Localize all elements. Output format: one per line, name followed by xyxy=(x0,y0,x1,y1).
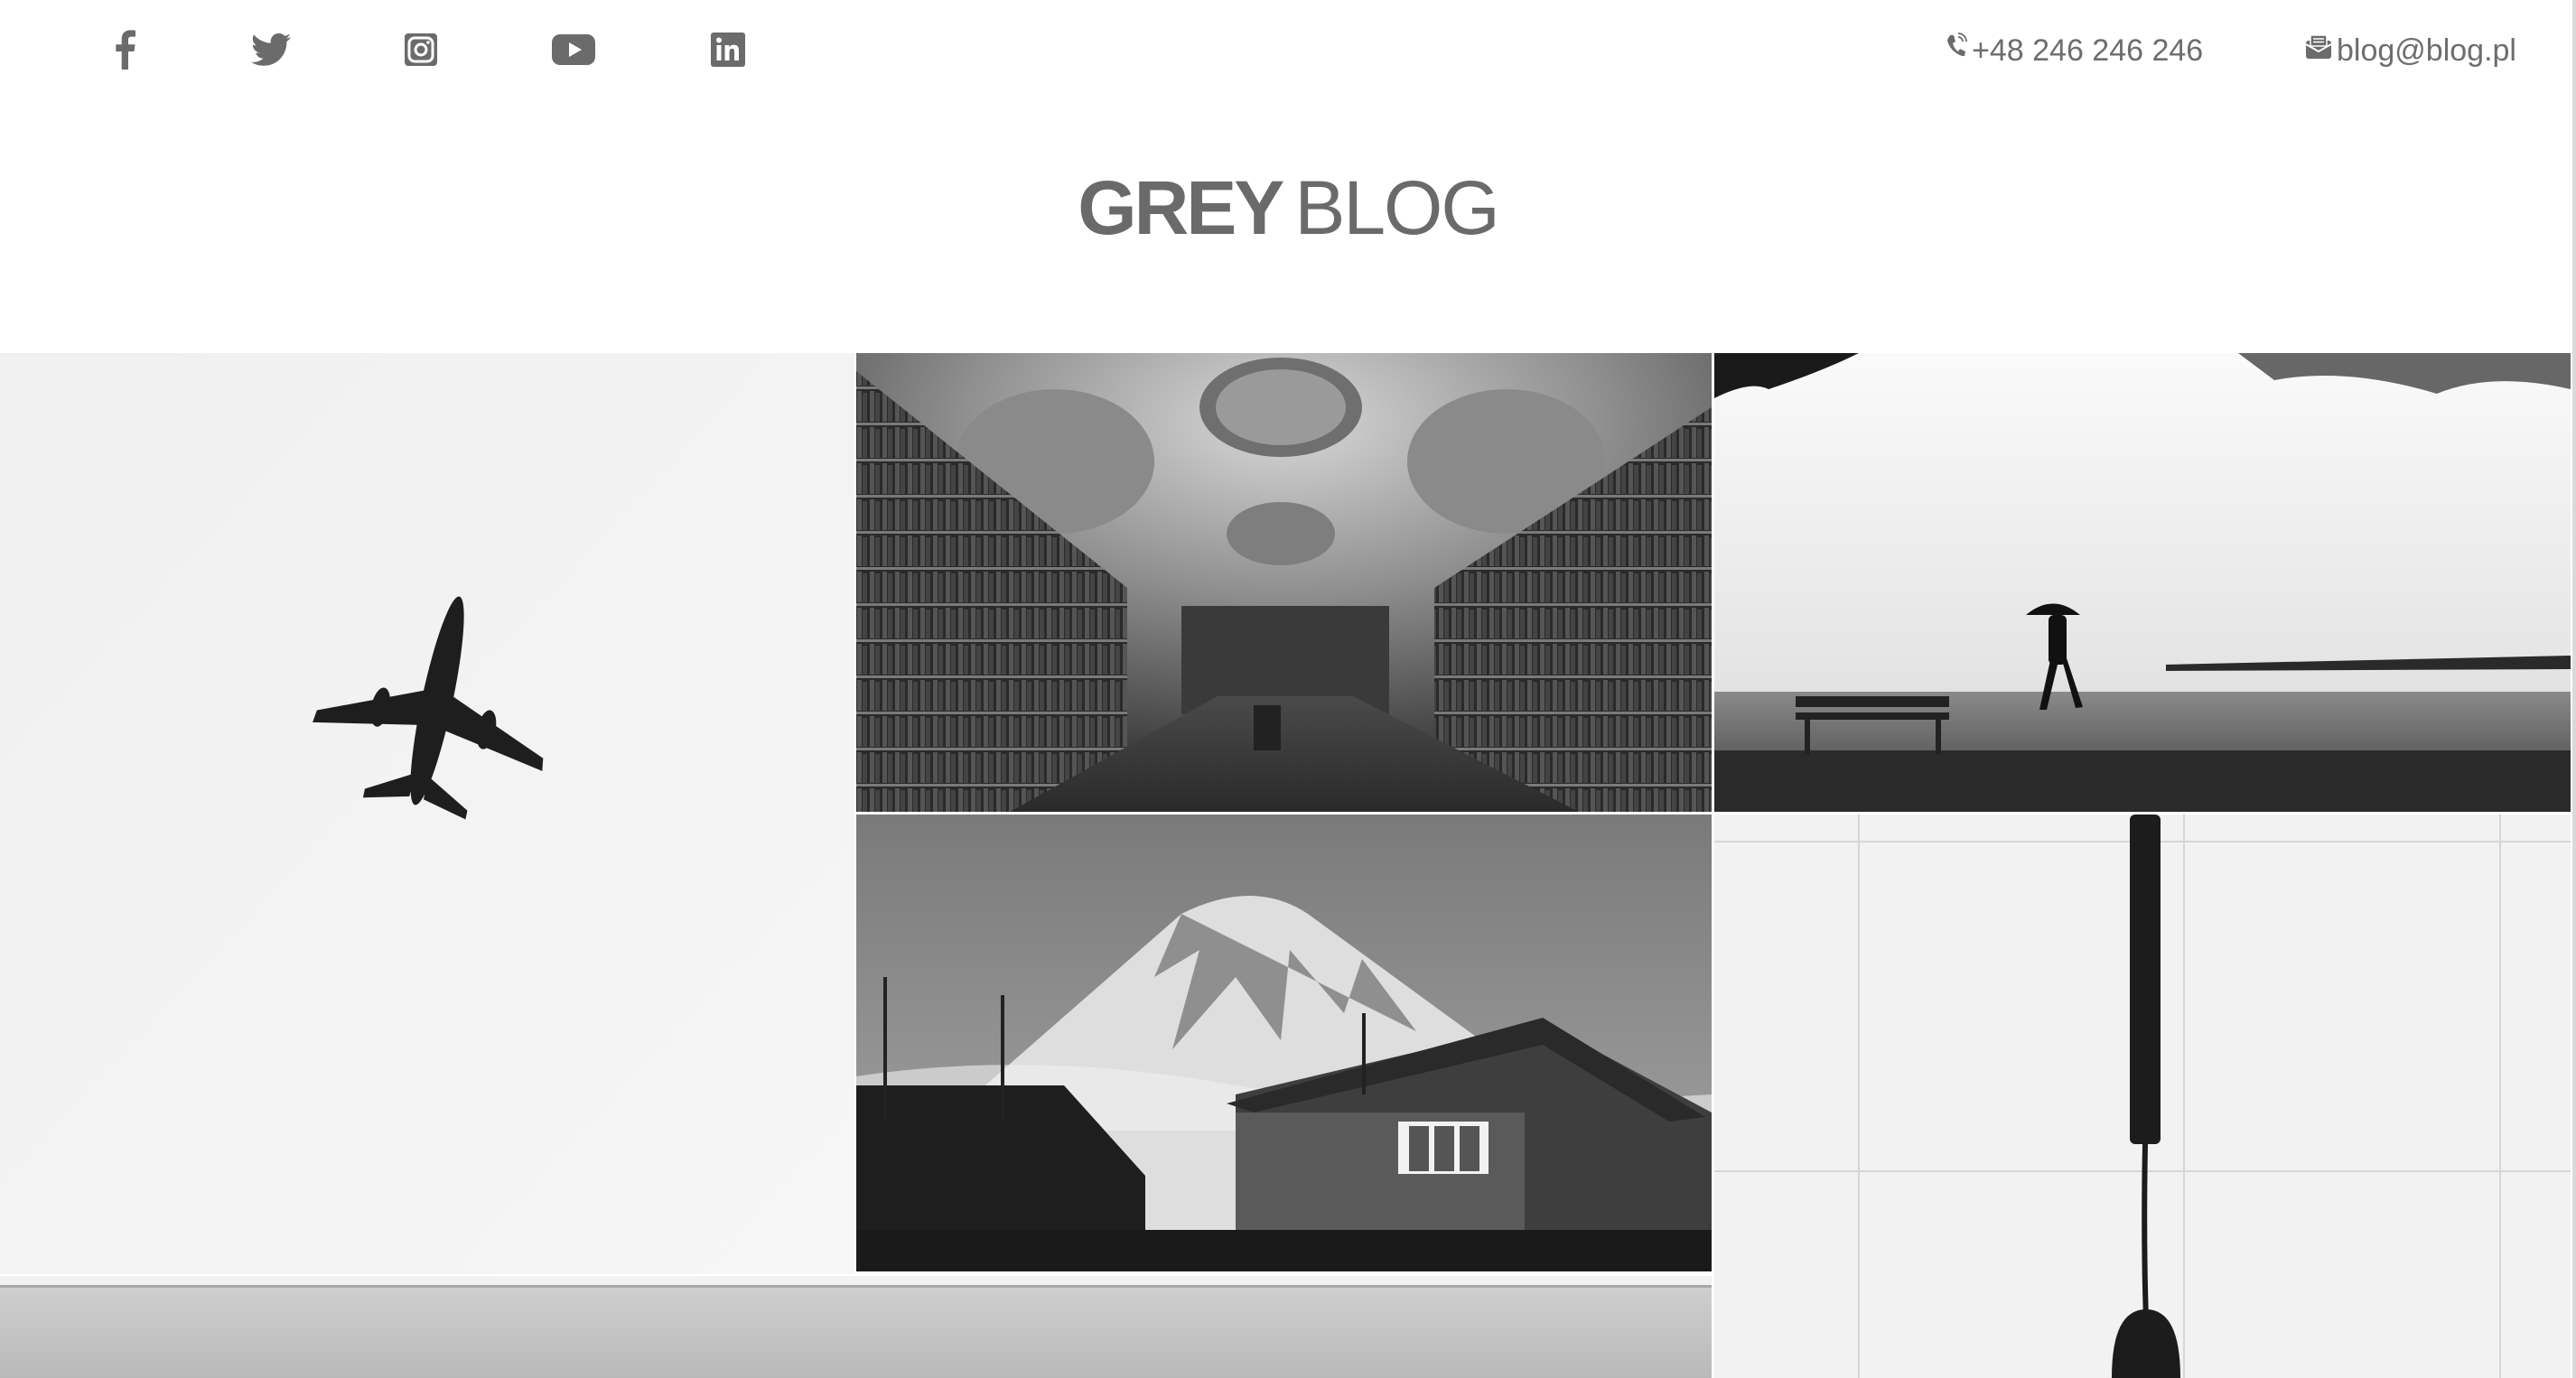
photo-airplane[interactable] xyxy=(0,353,854,1274)
instagram-icon[interactable] xyxy=(400,27,442,72)
email-contact[interactable]: blog@blog.pl xyxy=(2304,30,2516,71)
facebook-icon[interactable] xyxy=(104,27,145,72)
photo-sea-horizon[interactable] xyxy=(0,1276,1712,1378)
site-title-bold: GREY xyxy=(1078,165,1284,250)
site-title-light: BLOG xyxy=(1294,165,1499,250)
twitter-icon[interactable] xyxy=(248,27,294,72)
mail-icon xyxy=(2304,33,2337,69)
photo-mountain-houses[interactable] xyxy=(856,815,1712,1271)
photo-umbrella-walker[interactable] xyxy=(1714,353,2571,812)
scrollbar-edge[interactable] xyxy=(2572,0,2576,1378)
photo-library[interactable] xyxy=(856,353,1712,812)
email-address: blog@blog.pl xyxy=(2337,33,2516,68)
page: +48 246 246 246 blog@blog.pl GREY BLOG xyxy=(0,0,2576,1378)
youtube-icon[interactable] xyxy=(550,27,597,72)
linkedin-icon[interactable] xyxy=(707,27,749,72)
phone-number: +48 246 246 246 xyxy=(1972,33,2204,68)
phone-icon xyxy=(1945,32,1972,70)
photo-wall-lamp[interactable] xyxy=(1714,815,2571,1378)
site-title[interactable]: GREY BLOG xyxy=(0,170,2576,246)
phone-contact[interactable]: +48 246 246 246 xyxy=(1945,30,2203,71)
